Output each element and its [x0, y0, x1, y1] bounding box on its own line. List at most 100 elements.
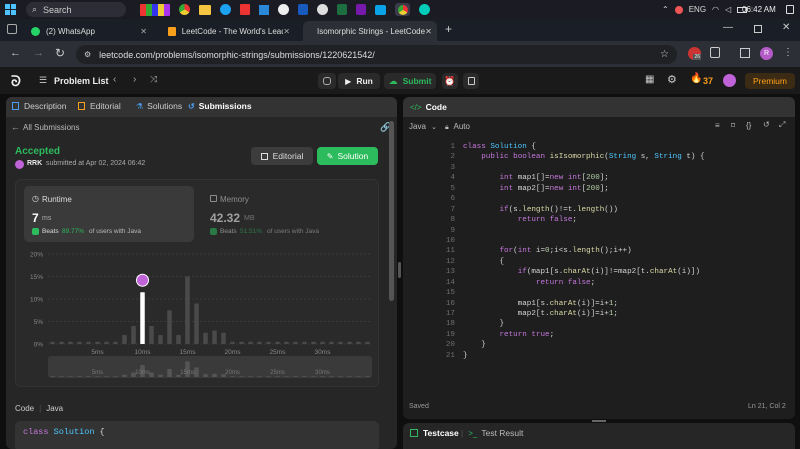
side-panel-icon[interactable]: [740, 48, 750, 58]
reload-icon[interactable]: ↻: [55, 46, 65, 60]
shuffle-icon[interactable]: ⤨: [150, 74, 157, 85]
tab-testcase[interactable]: Testcase: [410, 428, 459, 438]
taskbar-clock[interactable]: 06:42 AM: [742, 5, 776, 14]
browser-tab-whatsapp[interactable]: (2) WhatsApp ✕: [23, 21, 155, 41]
word-icon[interactable]: [298, 4, 308, 15]
next-problem-chevron-icon[interactable]: ›: [133, 74, 136, 85]
site-info-icon[interactable]: ⚙: [84, 50, 91, 59]
windows-start-icon[interactable]: [4, 3, 16, 15]
close-icon[interactable]: ✕: [283, 27, 290, 36]
all-submissions-link[interactable]: All Submissions: [23, 123, 79, 132]
microsoft-store-icon[interactable]: [259, 4, 269, 15]
user-avatar[interactable]: [723, 74, 736, 87]
volume-icon[interactable]: ◁: [725, 5, 731, 14]
window-minimize-button[interactable]: —: [723, 22, 733, 33]
close-icon[interactable]: ✕: [425, 27, 432, 36]
left-scrollbar[interactable]: [389, 121, 394, 301]
streak-fire-icon[interactable]: 🔥: [690, 73, 702, 84]
browser-tab-leetcode-home[interactable]: LeetCode - The World's Leading ✕: [160, 21, 298, 41]
problem-list-link[interactable]: Problem List: [54, 76, 109, 86]
document-icon: [12, 102, 19, 110]
line-number: 17: [445, 310, 455, 318]
timer-button[interactable]: ⏰: [442, 73, 458, 89]
memory-card[interactable]: Memory 42.32 MB Beats 51.51% of users wi…: [202, 186, 372, 242]
runtime-label: Runtime: [42, 195, 72, 204]
edge-icon[interactable]: [220, 4, 231, 15]
alarm-clock-icon: ⏰: [444, 75, 456, 86]
braces-icon[interactable]: {}: [746, 121, 751, 130]
new-tab-button[interactable]: +: [445, 22, 452, 36]
tab-search-icon[interactable]: [7, 24, 17, 34]
code-token: length: [522, 205, 550, 214]
tray-app-icon[interactable]: [674, 5, 683, 14]
code-token: class: [463, 143, 491, 151]
bookmark-star-icon[interactable]: ☆: [660, 49, 669, 60]
edge-dev-icon[interactable]: [419, 4, 430, 15]
code-line: class Solution {: [463, 142, 793, 152]
tab-editorial[interactable]: Editorial: [78, 101, 121, 111]
extension-badge-icon[interactable]: 26: [688, 47, 701, 60]
notification-icon[interactable]: [786, 5, 794, 14]
notes-button[interactable]: [463, 73, 479, 89]
back-arrow-icon[interactable]: ←: [10, 47, 21, 59]
taskbar-search-box[interactable]: ⌕ Search: [26, 2, 126, 17]
code-line: }: [463, 319, 793, 329]
excel-icon[interactable]: [337, 4, 347, 15]
tab-description[interactable]: Description: [12, 101, 67, 111]
tab-solutions[interactable]: ⚗ Solutions: [136, 101, 182, 111]
language-select[interactable]: Java ⌄: [409, 122, 437, 131]
media-icon[interactable]: [317, 4, 328, 15]
premium-button[interactable]: Premium: [745, 73, 795, 89]
books-widget-icon[interactable]: [140, 3, 170, 16]
run-button[interactable]: ▶ Run: [338, 73, 380, 89]
browser-tab-strip: (2) WhatsApp ✕ LeetCode - The World's Le…: [0, 19, 800, 41]
language-indicator[interactable]: ENG: [689, 5, 706, 14]
bar: [68, 341, 73, 344]
back-arrow-icon[interactable]: ←: [11, 122, 20, 132]
file-explorer-icon[interactable]: [199, 4, 211, 15]
profile-avatar[interactable]: R: [760, 47, 773, 60]
settings-gear-icon[interactable]: ⚙: [667, 73, 677, 86]
reset-icon[interactable]: ↺: [763, 120, 770, 129]
wifi-icon[interactable]: ◠: [712, 5, 719, 14]
chevron-up-icon[interactable]: ⌃: [662, 5, 669, 14]
window-close-button[interactable]: ✕: [782, 22, 790, 33]
debug-button[interactable]: [318, 73, 336, 89]
code-editor-text[interactable]: class Solution { public boolean isIsomor…: [463, 142, 793, 361]
autocomplete-toggle[interactable]: 🔒︎ Auto: [445, 122, 470, 132]
bar: [77, 341, 82, 344]
tab-submissions[interactable]: ↺ Submissions: [188, 101, 252, 111]
browser-menu-icon[interactable]: ⋮: [783, 47, 793, 58]
chrome-active-icon[interactable]: [395, 3, 410, 16]
flag-icon[interactable]: [240, 4, 250, 15]
tab-test-result[interactable]: | >_ Test Result: [461, 428, 523, 438]
onenote-icon[interactable]: [356, 4, 366, 15]
extensions-puzzle-icon[interactable]: [710, 47, 720, 58]
format-icon[interactable]: ≡: [715, 121, 720, 130]
browser-tab-isomorphic-strings[interactable]: Isomorphic Strings - LeetCode ✕: [303, 21, 437, 41]
runtime-distribution-chart[interactable]: 20% 15% 10% 5% 0% 5ms 10ms 15ms 20ms 25ms 30ms 5ms 1…: [16, 246, 380, 388]
submit-button[interactable]: ☁ Submit: [384, 73, 436, 89]
panel-resize-handle[interactable]: [398, 262, 401, 278]
close-icon[interactable]: ✕: [140, 27, 147, 36]
beats-icon: [32, 228, 39, 235]
bookmark-icon[interactable]: ⌑: [731, 121, 735, 130]
leetcode-logo-icon[interactable]: ᘐ: [11, 73, 21, 90]
app-icon[interactable]: [278, 4, 289, 15]
editorial-button[interactable]: Editorial: [251, 147, 313, 165]
code-token: new int: [549, 174, 582, 183]
fullscreen-icon[interactable]: ⤢: [779, 120, 785, 130]
line-number: 3: [450, 163, 455, 172]
forward-arrow-icon[interactable]: →: [33, 47, 44, 59]
editor-resize-handle[interactable]: [592, 420, 606, 422]
runtime-card[interactable]: ◷ Runtime 7 ms Beats 89.77% of users wit…: [24, 186, 194, 242]
layout-grid-icon[interactable]: ▦: [645, 74, 654, 85]
solution-button[interactable]: ✎ Solution: [317, 147, 378, 165]
chrome-icon[interactable]: [179, 4, 190, 15]
prev-problem-chevron-icon[interactable]: ‹: [113, 74, 116, 85]
submitter-name[interactable]: RRK: [27, 160, 42, 167]
address-bar[interactable]: ⚙ leetcode.com/problems/isomorphic-strin…: [76, 45, 677, 64]
photos-icon[interactable]: [375, 4, 386, 15]
window-maximize-button[interactable]: [754, 25, 762, 33]
